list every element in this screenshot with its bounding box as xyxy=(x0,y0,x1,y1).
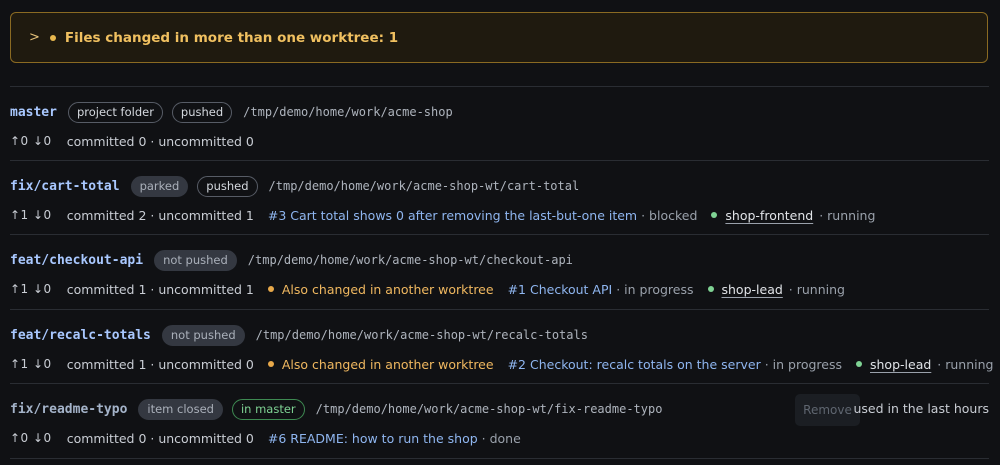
agent-status: · running xyxy=(788,281,845,297)
tag-not-pushed: not pushed xyxy=(161,324,245,346)
worktree-row: master project folder pushed /tmp/demo/h… xyxy=(10,86,989,160)
worktree-path: /tmp/demo/home/work/acme-shop-wt/cart-to… xyxy=(268,179,580,193)
conflict-warning[interactable]: Also changed in another worktree xyxy=(282,357,494,372)
worktree-row: feat/checkout-api not pushed /tmp/demo/h… xyxy=(10,234,989,309)
issue-status: · done xyxy=(481,430,521,446)
branch-name[interactable]: fix/readme-typo xyxy=(10,402,127,417)
worktree-path: /tmp/demo/home/work/acme-shop-wt/recalc-… xyxy=(255,328,588,342)
banner-text: Files changed in more than one worktree:… xyxy=(64,29,399,46)
worktree-path: /tmp/demo/home/work/acme-shop-wt/fix-rea… xyxy=(315,402,663,416)
branch-name[interactable]: master xyxy=(10,105,57,120)
tag-project-folder: project folder xyxy=(67,101,163,123)
commit-counts: committed 0 · uncommitted 0 xyxy=(66,430,254,446)
commit-counts: committed 0 · uncommitted 0 xyxy=(66,133,254,149)
worktree-row: feat/recalc-totals not pushed /tmp/demo/… xyxy=(10,309,993,383)
agent-status: · running xyxy=(819,207,876,223)
conflict-banner[interactable]: > Files changed in more than one worktre… xyxy=(10,12,988,63)
agent-link[interactable]: shop-frontend xyxy=(725,208,813,223)
tag-pushed: pushed xyxy=(171,101,233,123)
issue-status: · in progress xyxy=(764,356,842,372)
commit-counts: committed 1 · uncommitted 0 xyxy=(66,356,254,372)
worktree-path: /tmp/demo/home/work/acme-shop xyxy=(243,105,453,119)
agent-status-dot-icon xyxy=(707,286,714,292)
commit-counts: committed 2 · uncommitted 1 xyxy=(66,207,254,223)
tag-in-master: in master xyxy=(231,398,305,420)
worktree-row: fix/cart-total parked pushed /tmp/demo/h… xyxy=(10,160,989,234)
issue-link[interactable]: #2 Checkout: recalc totals on the server xyxy=(508,357,761,372)
agent-status-dot-icon xyxy=(856,361,862,367)
warning-dot-icon xyxy=(267,361,274,367)
remove-button[interactable]: Remove xyxy=(795,394,860,426)
agent-status: · running xyxy=(937,356,994,372)
ahead-behind: ↑1 ↓0 xyxy=(10,282,52,296)
worktrees-page: > Files changed in more than one worktre… xyxy=(0,0,1000,465)
warning-dot-icon xyxy=(49,34,56,41)
tag-item-closed: item closed xyxy=(138,398,223,420)
agent-link[interactable]: shop-lead xyxy=(722,282,783,297)
ahead-behind: ↑1 ↓0 xyxy=(10,208,52,222)
commit-counts: committed 1 · uncommitted 1 xyxy=(66,281,254,297)
warning-dot-icon xyxy=(267,286,274,292)
conflict-warning[interactable]: Also changed in another worktree xyxy=(282,282,494,297)
branch-name[interactable]: fix/cart-total xyxy=(10,179,120,194)
tag-pushed: pushed xyxy=(197,175,258,197)
issue-link[interactable]: #1 Checkout API xyxy=(508,282,613,297)
worktree-path: /tmp/demo/home/work/acme-shop-wt/checkou… xyxy=(247,253,573,267)
branch-name[interactable]: feat/recalc-totals xyxy=(10,328,151,343)
tag-not-pushed: not pushed xyxy=(154,249,237,271)
tag-parked: parked xyxy=(130,175,189,197)
usage-note: used in the last hours xyxy=(853,401,989,416)
issue-status: · blocked xyxy=(641,207,698,223)
ahead-behind: ↑1 ↓0 xyxy=(10,357,52,371)
worktree-row: fix/readme-typo item closed in master /t… xyxy=(10,383,989,459)
ahead-behind: ↑0 ↓0 xyxy=(10,134,52,148)
agent-link[interactable]: shop-lead xyxy=(870,357,931,372)
agent-status-dot-icon xyxy=(711,212,718,218)
issue-status: · in progress xyxy=(616,281,694,297)
ahead-behind: ↑0 ↓0 xyxy=(10,431,52,445)
issue-link[interactable]: #6 README: how to run the shop xyxy=(268,431,478,446)
chevron-right-icon[interactable]: > xyxy=(29,30,40,45)
branch-name[interactable]: feat/checkout-api xyxy=(10,253,143,268)
issue-link[interactable]: #3 Cart total shows 0 after removing the… xyxy=(268,208,637,223)
